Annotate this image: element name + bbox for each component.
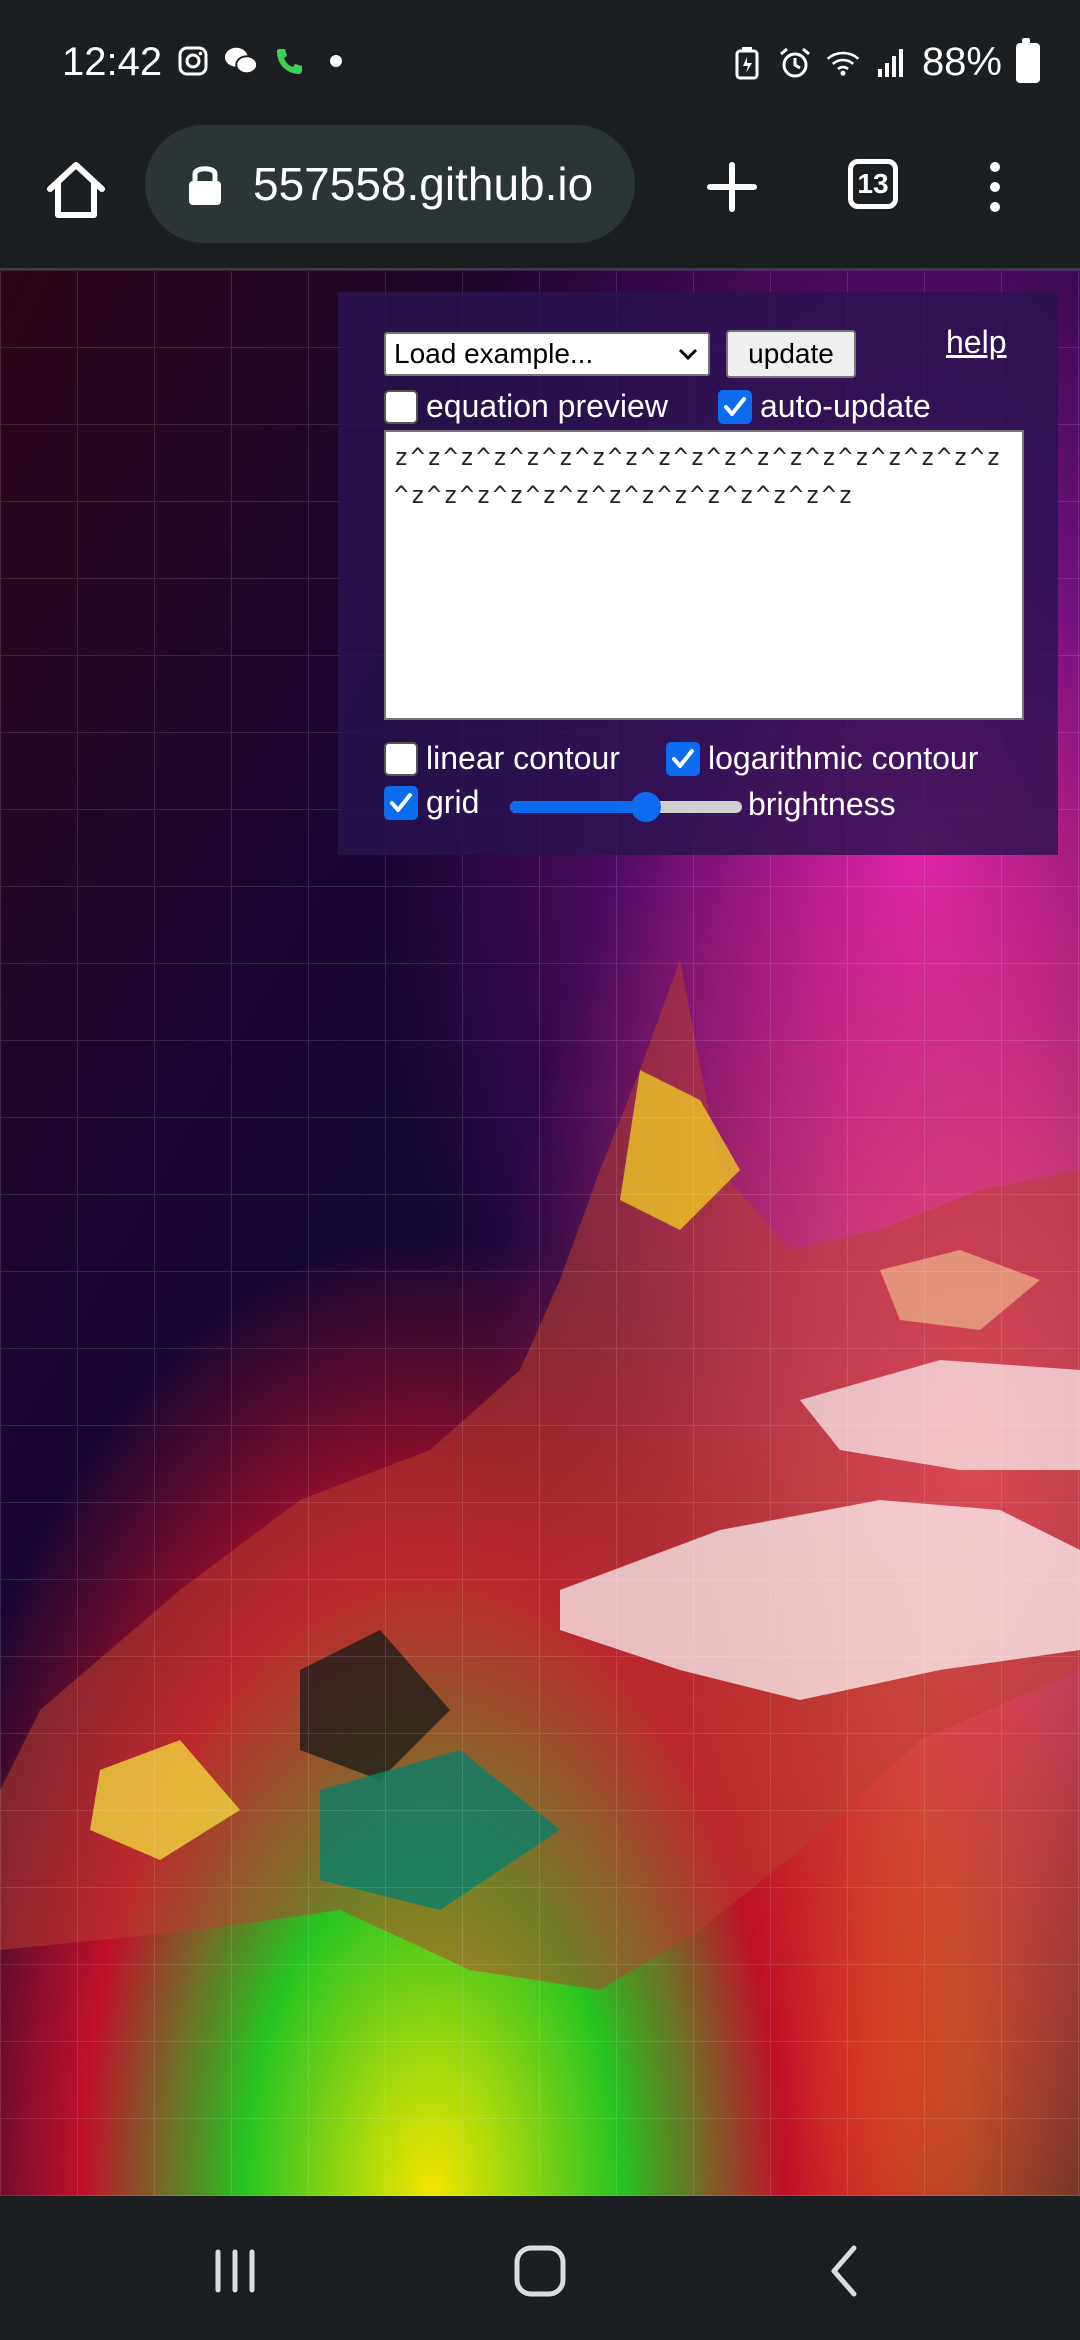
help-link[interactable]: help [946,324,1007,361]
equation-preview-label: equation preview [426,388,668,424]
log-contour-checkbox[interactable] [666,741,700,776]
more-menu-icon[interactable] [980,155,1010,219]
grid-option[interactable]: grid [384,784,479,821]
linear-contour-label: linear contour [426,740,620,776]
status-time: 12:42 [62,40,163,84]
new-tab-icon[interactable] [700,155,764,219]
grid-checkbox[interactable] [384,785,418,820]
check-icon [390,792,412,812]
auto-update-label: auto-update [760,388,931,424]
battery-saver-icon [730,46,764,80]
browser-toolbar: 557558.github.io 13 [0,125,1080,270]
wechat-icon [224,44,258,78]
tab-count: 13 [857,168,889,199]
dot-icon [330,55,342,67]
system-nav-bar [0,2196,1080,2340]
signal-icon [874,46,908,80]
check-icon [724,396,746,416]
lock-icon [189,166,221,205]
check-icon [672,748,694,768]
page-content: Load example... update help equation pre… [0,270,1080,2196]
tab-switcher-button[interactable]: 13 [848,159,898,209]
home-icon[interactable] [40,155,112,227]
chevron-down-icon [678,348,698,361]
instagram-icon [176,44,210,78]
equation-preview-option[interactable]: equation preview [384,388,668,425]
grid-label: grid [426,784,480,820]
log-contour-label: logarithmic contour [708,740,979,776]
example-select-value: Load example... [394,338,594,369]
update-button[interactable]: update [726,330,856,378]
phone-icon [272,44,306,78]
home-nav-icon[interactable] [505,2236,575,2306]
brightness-label: brightness [748,786,896,822]
battery-icon [1016,37,1040,83]
slider-thumb[interactable] [631,792,662,822]
slider-fill [510,801,647,813]
address-bar[interactable]: 557558.github.io [145,125,635,243]
control-panel: Load example... update help equation pre… [338,292,1058,855]
equation-preview-checkbox[interactable] [384,389,418,424]
equation-input[interactable]: z^z^z^z^z^z^z^z^z^z^z^z^z^z^z^z^z^z^z^z^… [384,430,1024,720]
status-bar: 12:42 88% [0,0,1080,125]
alarm-icon [778,46,812,80]
auto-update-option[interactable]: auto-update [718,388,931,425]
example-select[interactable]: Load example... [384,332,710,376]
linear-contour-checkbox[interactable] [384,741,418,776]
linear-contour-option[interactable]: linear contour [384,740,620,777]
system-icons: 88% [730,37,1040,85]
notification-icons [176,44,342,78]
recent-apps-icon[interactable] [200,2236,270,2306]
back-icon[interactable] [810,2236,880,2306]
log-contour-option[interactable]: logarithmic contour [666,740,978,777]
url-text: 557558.github.io [253,158,594,210]
auto-update-checkbox[interactable] [718,389,752,424]
wifi-icon [826,46,860,80]
battery-percent: 88% [921,40,1002,84]
brightness-slider[interactable] [510,792,742,822]
